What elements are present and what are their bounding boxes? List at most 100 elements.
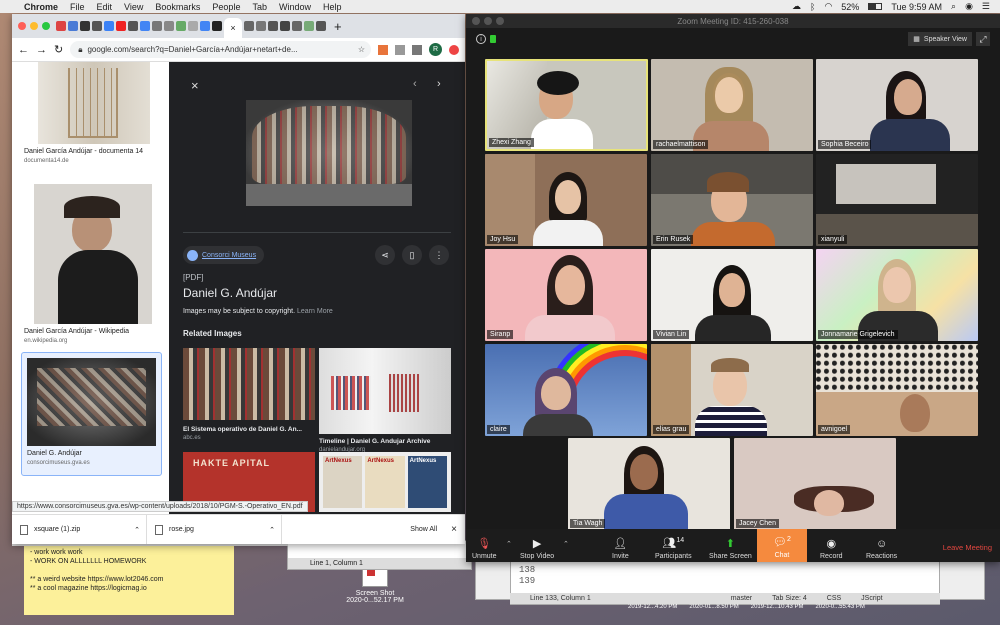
search-icon[interactable]: ⌕ — [951, 1, 956, 12]
syntax-language[interactable]: CSS — [827, 595, 841, 602]
extension-icon[interactable] — [412, 44, 422, 55]
tab-favicon-google[interactable] — [200, 21, 210, 31]
download-item[interactable]: xsquare (1).zip ⌃ — [12, 515, 147, 544]
file-date[interactable]: 2020-01...8.50 PM — [689, 604, 738, 610]
tab-favicon[interactable] — [316, 21, 326, 31]
bookmark-star-icon[interactable]: ☆ — [358, 45, 365, 54]
video-tile[interactable]: rachaelmattison — [651, 59, 813, 151]
chevron-up-icon[interactable]: ⌃ — [269, 526, 275, 534]
next-image-icon[interactable]: › — [437, 78, 441, 90]
video-tile[interactable]: elias grau — [651, 344, 813, 436]
tab-favicon-google[interactable] — [140, 21, 150, 31]
sticky-note[interactable]: - work work work - WORK ON ALLLLLLL HOME… — [24, 540, 234, 615]
video-tile[interactable]: Siranp — [485, 249, 647, 341]
forward-icon[interactable]: → — [36, 44, 47, 56]
unmute-button[interactable]: 🎙︎ Unmute — [472, 538, 497, 560]
participants-button[interactable]: 👥︎14 Participants — [655, 535, 692, 560]
result-title[interactable]: Daniel García Andújar - Wikipedia — [24, 328, 162, 335]
close-window-icon[interactable] — [472, 17, 480, 25]
stop-video-button[interactable]: ▶︎ Stop Video — [520, 538, 554, 560]
tab-favicon[interactable] — [268, 21, 278, 31]
related-image[interactable]: Timeline | Daniel G. Andujar Archive dan… — [319, 348, 451, 453]
tab-favicon[interactable] — [128, 21, 138, 31]
video-tile[interactable]: Tia Wagh — [568, 438, 730, 530]
menu-tab[interactable]: Tab — [252, 2, 267, 12]
extension-icon[interactable] — [449, 44, 459, 55]
menu-window[interactable]: Window — [279, 2, 311, 12]
tab-favicon[interactable] — [256, 21, 266, 31]
video-tile[interactable]: Sophia Beceiro — [816, 59, 978, 151]
fullscreen-icon[interactable]: ⤢ — [976, 32, 990, 46]
creative-cloud-icon[interactable]: ☁ — [792, 1, 801, 12]
download-filename[interactable]: xsquare (1).zip — [34, 526, 80, 533]
tab-favicon[interactable] — [212, 21, 222, 31]
menu-edit[interactable]: Edit — [97, 2, 113, 12]
tab-favicon[interactable] — [152, 21, 162, 31]
tab-favicon[interactable] — [280, 21, 290, 31]
video-tile[interactable]: Jacey Chen — [734, 438, 896, 530]
menu-bookmarks[interactable]: Bookmarks — [155, 2, 200, 12]
result-thumbnail[interactable] — [27, 358, 156, 446]
tab-favicon[interactable] — [244, 21, 254, 31]
reload-icon[interactable]: ↻ — [54, 43, 63, 56]
menu-people[interactable]: People — [212, 2, 240, 12]
related-thumbnail[interactable] — [319, 348, 451, 434]
tab-favicon[interactable] — [304, 21, 314, 31]
video-tile[interactable]: xianyuli — [816, 154, 978, 246]
invite-button[interactable]: 👤︎ Invite — [612, 538, 629, 560]
related-title[interactable]: El Sistema operativo de Daniel G. An... — [183, 426, 315, 433]
share-icon[interactable]: ⋖ — [375, 245, 395, 265]
related-image[interactable]: El Sistema operativo de Daniel G. An... … — [183, 348, 315, 448]
minimize-window-icon[interactable] — [484, 17, 492, 25]
video-tile[interactable]: avnigoel — [816, 344, 978, 436]
audio-options-chevron-icon[interactable]: ⌃ — [506, 540, 512, 548]
video-options-chevron-icon[interactable]: ⌃ — [563, 540, 569, 548]
maximize-window-icon[interactable] — [42, 22, 50, 30]
user-icon[interactable]: ◉ — [965, 1, 973, 12]
maximize-window-icon[interactable] — [496, 17, 504, 25]
download-item[interactable]: rose.jpg ⌃ — [147, 515, 282, 544]
download-filename[interactable]: rose.jpg — [169, 526, 194, 533]
learn-more-link[interactable]: Learn More — [297, 308, 333, 315]
preview-image[interactable] — [246, 100, 412, 206]
syntax-script[interactable]: JScript — [861, 595, 882, 602]
tab-favicon[interactable] — [92, 21, 102, 31]
clock[interactable]: Tue 9:59 AM — [891, 2, 942, 12]
previous-image-icon[interactable]: ‹ — [413, 78, 417, 90]
tab-favicon[interactable] — [292, 21, 302, 31]
show-all-button[interactable]: Show All — [410, 526, 437, 533]
profile-avatar[interactable]: R — [429, 43, 442, 56]
menu-file[interactable]: File — [70, 2, 85, 12]
leave-meeting-button[interactable]: Leave Meeting — [943, 543, 992, 552]
related-title[interactable]: Timeline | Daniel G. Andujar Archive — [319, 438, 451, 445]
git-branch[interactable]: master — [731, 595, 752, 602]
tab-favicon-youtube[interactable] — [116, 21, 126, 31]
new-tab-icon[interactable]: + — [334, 19, 342, 34]
bluetooth-icon[interactable]: ᛒ — [810, 2, 815, 12]
share-screen-button[interactable]: ⬆︎ Share Screen — [709, 538, 752, 560]
result-title[interactable]: Daniel García Andújar - documenta 14 — [24, 148, 162, 155]
battery-percent[interactable]: 52% — [841, 2, 859, 12]
file-date[interactable]: 2019-12...4.20 PM — [628, 604, 677, 610]
notification-center-icon[interactable]: ☰ — [982, 1, 990, 12]
preview-title[interactable]: Daniel G. Andújar — [183, 286, 277, 300]
info-icon[interactable]: i — [476, 34, 486, 44]
tab-size[interactable]: Tab Size: 4 — [772, 595, 807, 602]
tab-favicon[interactable] — [188, 21, 198, 31]
image-result[interactable]: Daniel García Andújar - Wikipedia en.wik… — [24, 184, 162, 344]
address-bar[interactable]: 🔒︎ google.com/search?q=Daniel+García+And… — [70, 41, 371, 58]
result-thumbnail[interactable] — [34, 184, 152, 324]
desktop-file-screenshot[interactable]: Screen Shot 2020-0...52.17 PM — [345, 565, 405, 604]
related-image[interactable]: ArtNexus ArtNexus ArtNexus — [319, 452, 451, 512]
menu-help[interactable]: Help — [323, 2, 342, 12]
tab-favicon[interactable] — [80, 21, 90, 31]
result-thumbnail[interactable] — [38, 62, 150, 144]
video-tile[interactable]: Erin Rusek — [651, 154, 813, 246]
speaker-view-button[interactable]: ▦ Speaker View — [908, 32, 972, 46]
source-name[interactable]: Consorci Museus — [202, 252, 256, 259]
chat-button[interactable]: 💬︎2 Chat — [757, 529, 807, 562]
related-thumbnail[interactable] — [183, 348, 315, 420]
source-chip[interactable]: Consorci Museus — [183, 246, 265, 264]
save-bookmark-icon[interactable]: ▯ — [402, 245, 422, 265]
reactions-button[interactable]: ☺︎ Reactions — [866, 538, 897, 560]
